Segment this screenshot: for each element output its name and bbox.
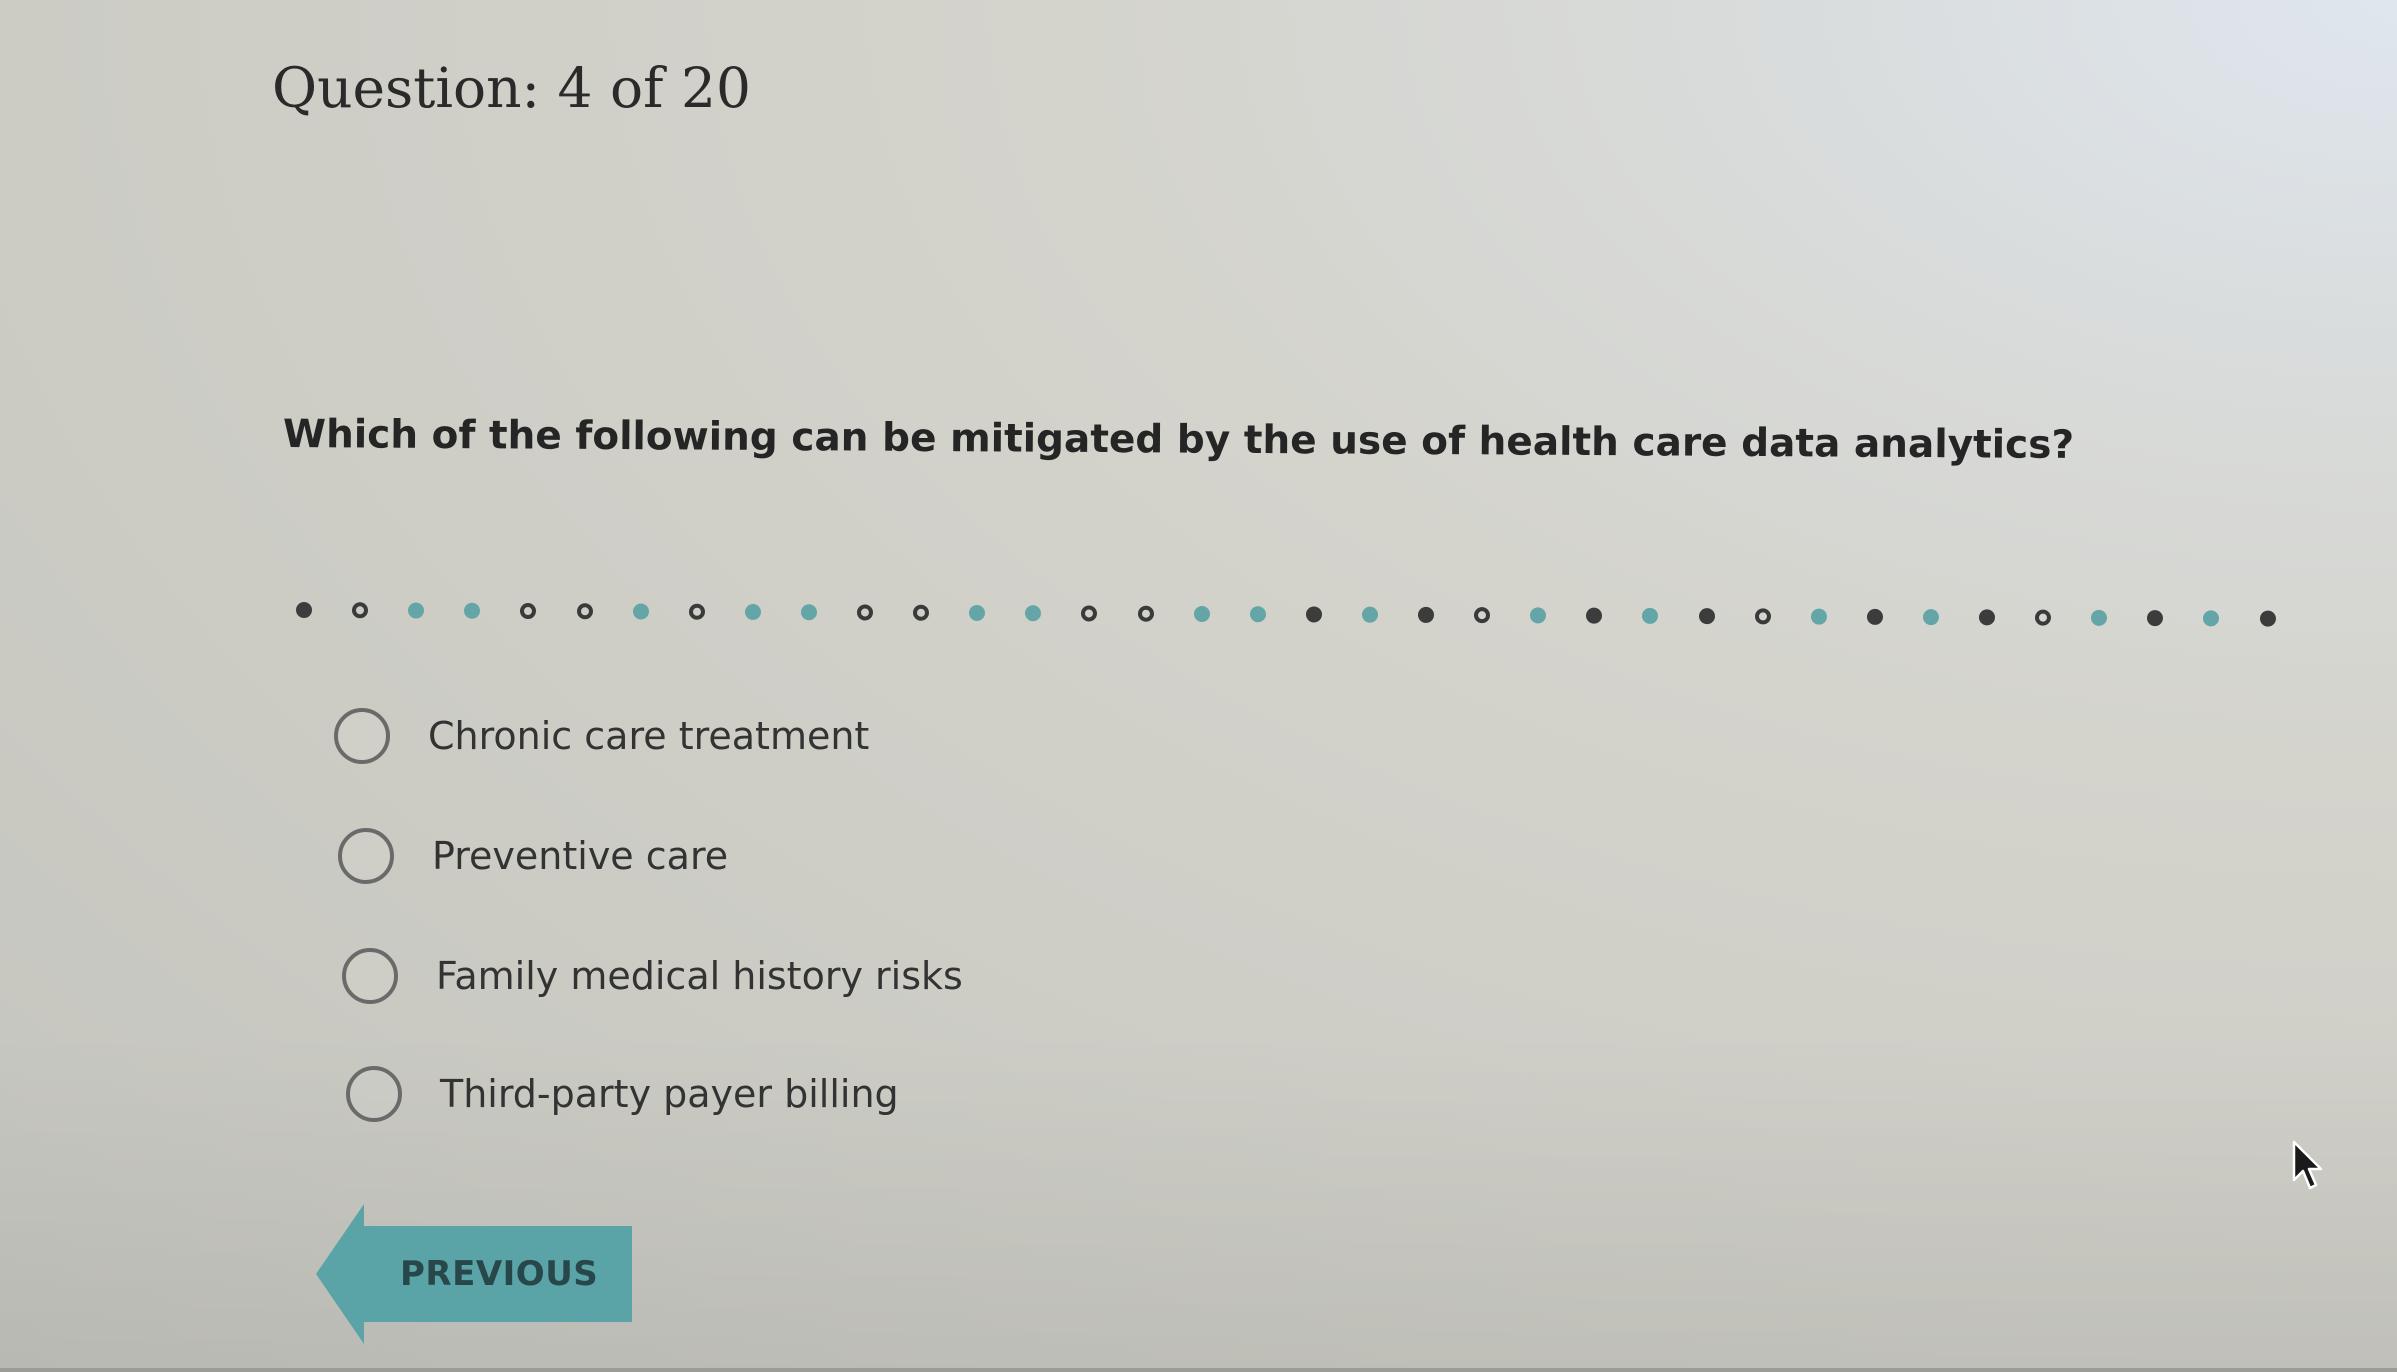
progress-dot-14[interactable] [1025,605,1042,622]
progress-dot-10[interactable] [800,604,817,621]
progress-dot-12[interactable] [913,604,930,621]
progress-dot-5[interactable] [520,602,537,620]
radio-button[interactable] [334,708,390,764]
progress-dot-21[interactable] [1417,606,1435,623]
screen-vignette [0,0,2397,1372]
progress-dot-7[interactable] [632,603,649,620]
progress-dot-19[interactable] [1305,606,1322,623]
progress-dot-18[interactable] [1249,606,1266,623]
question-text: Which of the following can be mitigated … [282,412,2075,468]
answer-option-preventive-care[interactable]: Preventive care [338,828,728,884]
previous-button[interactable]: PREVIOUS [316,1204,632,1344]
progress-dot-31[interactable] [1978,609,1996,626]
answer-option-third-party-billing[interactable]: Third-party payer billing [346,1066,899,1122]
progress-dot-32[interactable] [2035,609,2052,626]
progress-dot-26[interactable] [1698,608,1715,625]
option-label: Chronic care treatment [428,714,870,758]
progress-dot-28[interactable] [1810,608,1827,625]
progress-dot-8[interactable] [688,603,705,620]
progress-dot-17[interactable] [1193,605,1210,622]
option-label: Third-party payer billing [440,1072,899,1116]
progress-dot-3[interactable] [408,602,425,619]
progress-dot-11[interactable] [856,604,874,621]
progress-dot-15[interactable] [1081,605,1098,622]
progress-dot-36[interactable] [2259,610,2276,627]
radio-button[interactable] [342,948,398,1004]
progress-dot-1[interactable] [295,602,313,619]
progress-dot-27[interactable] [1754,608,1771,625]
progress-dot-24[interactable] [1586,607,1603,624]
progress-dot-16[interactable] [1137,605,1154,622]
progress-dot-33[interactable] [2091,609,2108,626]
progress-dot-9[interactable] [744,603,761,621]
progress-dot-22[interactable] [1474,607,1491,624]
option-label: Preventive care [432,834,729,878]
answer-option-family-history[interactable]: Family medical history risks [342,948,963,1004]
mouse-pointer-icon [2292,1140,2323,1190]
radio-button[interactable] [338,828,394,884]
radio-button[interactable] [346,1066,402,1122]
progress-dot-25[interactable] [1642,607,1659,624]
screen-bezel [0,1368,2397,1372]
progress-dot-13[interactable] [969,604,986,622]
progress-dot-23[interactable] [1530,607,1547,624]
progress-dot-34[interactable] [2147,610,2164,627]
progress-dot-30[interactable] [1922,609,1939,626]
question-counter: Question: 4 of 20 [272,56,751,120]
progress-dot-2[interactable] [352,602,369,619]
previous-button-label: PREVIOUS [400,1254,599,1294]
progress-dot-35[interactable] [2203,610,2220,627]
progress-dot-6[interactable] [576,603,593,620]
answer-option-chronic-care[interactable]: Chronic care treatment [334,708,869,764]
progress-dot-4[interactable] [464,602,481,619]
option-label: Family medical history risks [436,954,963,998]
progress-dot-29[interactable] [1866,608,1883,625]
question-progress-dots [295,590,2356,639]
progress-dot-20[interactable] [1361,606,1378,623]
